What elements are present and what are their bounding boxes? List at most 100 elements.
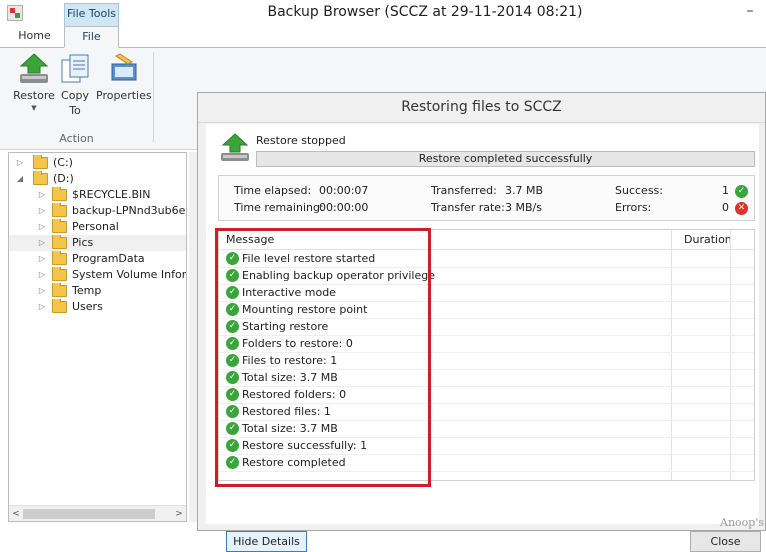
success-check-icon: ✓ [226,405,239,418]
close-button[interactable]: Close [690,531,761,552]
success-check-icon: ✓ [226,286,239,299]
collapse-icon[interactable]: ◢ [15,171,25,187]
tree-item-label: $RECYCLE.BIN [72,188,151,201]
transfer-rate-label: Transfer rate: [431,201,505,214]
copy-label: Copy [61,89,89,102]
tree-item-backup[interactable]: ▷ backup-LPNnd3ub6eNf [9,203,186,219]
action-group-label: Action [59,132,94,145]
title-bar: File Tools Backup Browser (SCCZ at 29-11… [0,0,766,26]
log-message: Enabling backup operator privilege [242,269,435,282]
success-check-icon: ✓ [226,303,239,316]
tab-home[interactable]: Home [12,26,57,48]
tree-item-system-volume[interactable]: ▷ System Volume Informat [9,267,186,283]
tree-item-c[interactable]: ▷ (C:) [9,155,186,171]
log-row[interactable]: ✓ Enabling backup operator privilege [219,268,754,285]
time-elapsed-value: 00:00:07 [319,184,369,197]
tree-item-temp[interactable]: ▷ Temp [9,283,186,299]
scroll-thumb[interactable] [23,509,155,519]
column-header-message[interactable]: Message [226,230,274,250]
success-check-icon: ✓ [226,371,239,384]
folder-icon [52,187,67,201]
log-row[interactable]: ✓ File level restore started [219,251,754,268]
expand-icon[interactable]: ▷ [37,187,47,203]
time-elapsed-label: Time elapsed: [234,184,312,197]
tree-item-programdata[interactable]: ▷ ProgramData [9,251,186,267]
log-row[interactable]: ✓ Files to restore: 1 [219,353,754,370]
tree-item-label: Pics [72,236,94,249]
group-separator [153,52,154,142]
error-icon: ✕ [735,200,748,215]
log-row[interactable]: ✓ Total size: 3.7 MB [219,370,754,387]
log-message: Files to restore: 1 [242,354,338,367]
tree-item-label: (C:) [53,156,73,169]
folder-icon [52,299,67,313]
progress-text: Restore completed successfully [418,152,593,165]
column-header-duration[interactable]: Duration [684,230,732,250]
expand-icon[interactable]: ▷ [37,283,47,299]
tree-item-users[interactable]: ▷ Users [9,299,186,315]
log-row[interactable]: ✓ Starting restore [219,319,754,336]
expand-icon[interactable]: ▷ [37,203,47,219]
log-message: Starting restore [242,320,329,333]
scroll-left-icon[interactable]: < [9,506,23,521]
vertical-splitter[interactable] [189,152,197,522]
dialog-title: Restoring files to SCCZ [198,93,765,123]
log-message: Restored files: 1 [242,405,331,418]
expand-icon[interactable]: ▷ [37,251,47,267]
properties-button[interactable]: Properties [96,52,152,103]
log-header: Message Duration [219,230,754,250]
folder-icon [52,283,67,297]
expand-icon[interactable]: ▷ [15,155,25,171]
window-title: Backup Browser (SCCZ at 29-11-2014 08:21… [267,4,583,20]
log-row-empty [219,472,754,480]
tree-item-pics[interactable]: ▷ Pics [9,235,186,251]
minimize-button[interactable]: – [742,0,758,22]
dropdown-arrow-icon: ▼ [31,104,37,112]
tree-item-d[interactable]: ◢ (D:) [9,171,186,187]
progress-bar: Restore completed successfully [256,151,755,167]
log-table[interactable]: Message Duration ✓ File level restore sta… [218,229,755,481]
hide-details-button[interactable]: Hide Details [226,531,307,552]
log-message: Restore completed [242,456,346,469]
folder-icon [33,171,48,185]
log-row[interactable]: ✓ Restored folders: 0 [219,387,754,404]
log-row[interactable]: ✓ Interactive mode [219,285,754,302]
folder-icon [52,267,67,281]
log-row[interactable]: ✓ Restore completed [219,455,754,472]
tree-item-recycle-bin[interactable]: ▷ $RECYCLE.BIN [9,187,186,203]
tree-item-label: ProgramData [72,252,145,265]
expand-icon[interactable]: ▷ [37,267,47,283]
log-message: Folders to restore: 0 [242,337,353,350]
success-check-icon: ✓ [226,439,239,452]
transferred-value: 3.7 MB [505,184,544,197]
tree-item-personal[interactable]: ▷ Personal [9,219,186,235]
success-count: 1 [722,184,729,197]
errors-label: Errors: [615,201,652,214]
ribbon-tabs: Home File [0,26,766,48]
success-check-icon: ✓ [226,388,239,401]
restore-button[interactable]: Restore ▼ [13,52,55,113]
log-row[interactable]: ✓ Mounting restore point [219,302,754,319]
expand-icon[interactable]: ▷ [37,235,47,251]
success-check-icon: ✓ [226,320,239,333]
time-remaining-label: Time remaining: [234,201,324,214]
log-row[interactable]: ✓ Restore successfully: 1 [219,438,754,455]
stats-panel: Time elapsed: 00:00:07 Time remaining: 0… [218,175,755,221]
tab-file[interactable]: File [64,26,119,48]
log-row[interactable]: ✓ Total size: 3.7 MB [219,421,754,438]
folder-tree[interactable]: ▷ (C:) ◢ (D:) ▷ $RECYCLE.BIN ▷ backup-LP… [8,152,187,522]
log-row[interactable]: ✓ Folders to restore: 0 [219,336,754,353]
copy-to-button[interactable]: Copy To [58,52,92,118]
success-check-icon: ✓ [226,354,239,367]
log-message: Mounting restore point [242,303,368,316]
success-check-icon: ✓ [226,337,239,350]
expand-icon[interactable]: ▷ [37,299,47,315]
tree-item-label: (D:) [53,172,74,185]
horizontal-scrollbar[interactable]: < > [9,505,186,521]
log-message: Total size: 3.7 MB [242,371,338,384]
scroll-right-icon[interactable]: > [172,506,186,521]
folder-icon [52,203,67,217]
expand-icon[interactable]: ▷ [37,219,47,235]
log-row[interactable]: ✓ Restored files: 1 [219,404,754,421]
copy-documents-icon [58,52,92,86]
